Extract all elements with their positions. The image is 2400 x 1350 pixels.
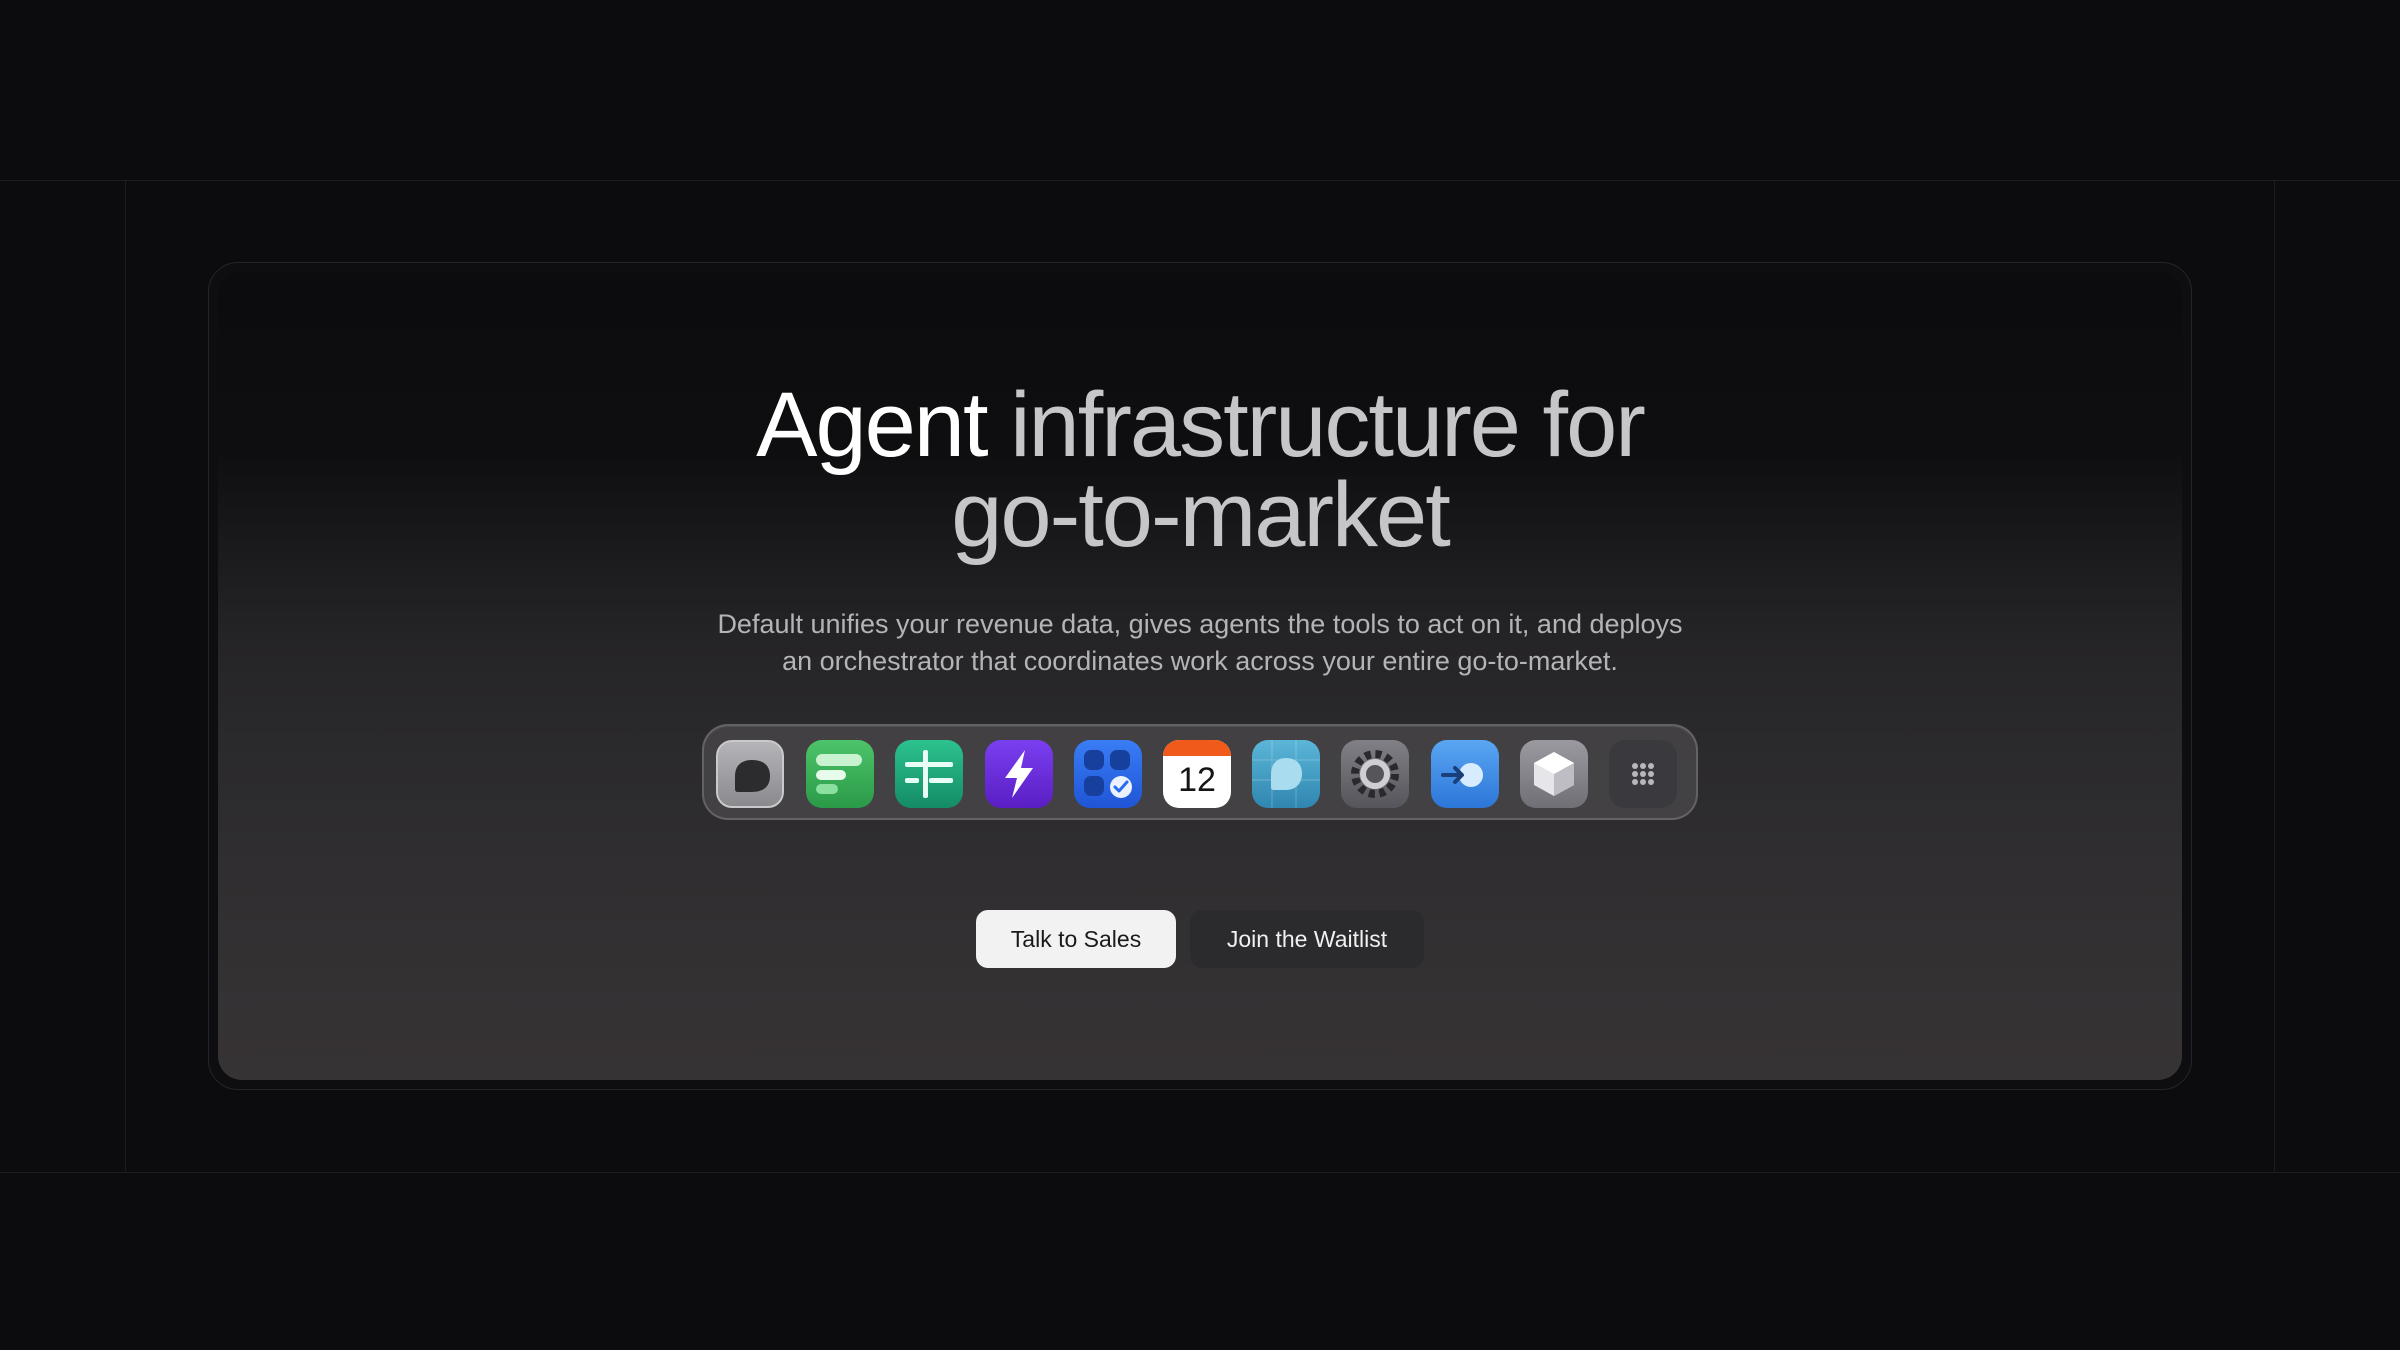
teal-grid-icon[interactable] bbox=[895, 740, 963, 808]
headline-line-1: Agent infrastructure for bbox=[218, 379, 2182, 471]
hero-card: Agent infrastructure for go-to-market De… bbox=[218, 272, 2182, 1080]
green-bars-icon[interactable] bbox=[806, 740, 874, 808]
talk-to-sales-button[interactable]: Talk to Sales bbox=[976, 910, 1176, 968]
settings-gear-icon[interactable] bbox=[1341, 740, 1409, 808]
headline-word-agent: Agent bbox=[756, 374, 1011, 476]
join-waitlist-button[interactable]: Join the Waitlist bbox=[1190, 910, 1424, 968]
blue-arrow-icon[interactable] bbox=[1431, 740, 1499, 808]
cube-icon[interactable] bbox=[1520, 740, 1588, 808]
hero-headline: Agent infrastructure for go-to-market bbox=[218, 379, 2182, 566]
calendar-date-label: 12 bbox=[1178, 761, 1216, 799]
hero-description: Default unifies your revenue data, gives… bbox=[218, 606, 2182, 680]
integrations-dock: 12 bbox=[702, 724, 1698, 820]
headline-word-infrastructure: infrastructure for bbox=[1010, 374, 1646, 476]
frame-line-left bbox=[125, 180, 126, 1172]
app-grid-icon[interactable] bbox=[1609, 740, 1677, 808]
description-line-2: an orchestrator that coordinates work ac… bbox=[782, 646, 1618, 676]
gray-chat-bubble-icon[interactable] bbox=[716, 740, 784, 808]
blue-tasks-icon[interactable] bbox=[1074, 740, 1142, 808]
frame-line-bottom bbox=[0, 1172, 2400, 1173]
frame-line-top bbox=[0, 180, 2400, 181]
purple-bolt-icon[interactable] bbox=[985, 740, 1053, 808]
description-line-1: Default unifies your revenue data, gives… bbox=[717, 609, 1683, 639]
headline-line-2: go-to-market bbox=[951, 464, 1451, 566]
calendar-icon[interactable]: 12 bbox=[1163, 740, 1231, 808]
teal-bubble-icon[interactable] bbox=[1252, 740, 1320, 808]
frame-line-right bbox=[2274, 180, 2275, 1172]
page: Agent infrastructure for go-to-market De… bbox=[0, 0, 2400, 1350]
